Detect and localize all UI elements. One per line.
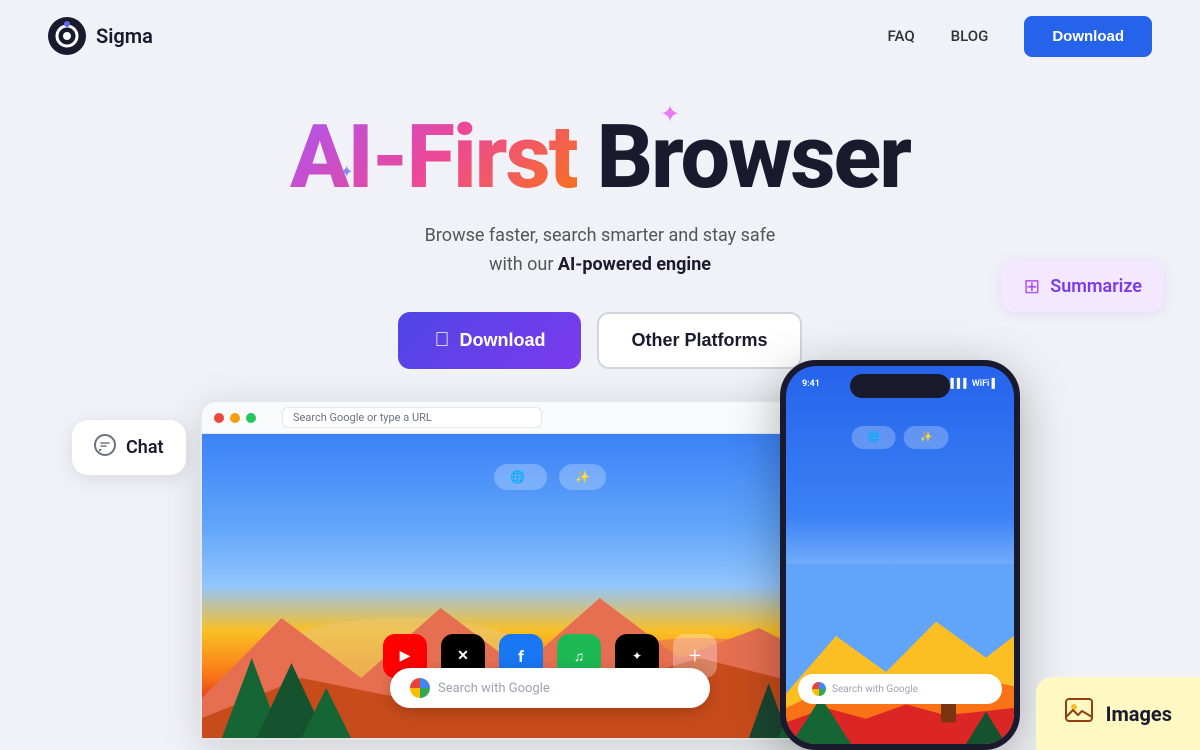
hero-title-gradient: AI-First (290, 106, 577, 209)
images-icon (1064, 695, 1094, 732)
phone-pill-star: ✨ (904, 426, 948, 449)
phone-screen: 9:41 ▌▌▌ WiFi ▌ 🌐 ✨ (786, 366, 1014, 744)
chat-label: Chat (126, 437, 164, 458)
other-platforms-button[interactable]: Other Platforms (597, 312, 801, 369)
minimize-dot (230, 413, 240, 423)
images-label: Images (1106, 702, 1172, 726)
logo[interactable]: Sigma (48, 17, 153, 55)
apple-icon:  (434, 329, 449, 352)
spark-top-icon: ✦ (660, 100, 680, 128)
hero-title: AI-First Browser (290, 112, 910, 204)
spark-left-icon: ✦ (340, 162, 353, 181)
phone-mockup: 9:41 ▌▌▌ WiFi ▌ 🌐 ✨ (780, 360, 1020, 750)
phone-time: 9:41 (802, 379, 820, 389)
hero-subtitle: Browse faster, search smarter and stay s… (425, 222, 776, 280)
subtitle-line2-prefix: with our (489, 254, 558, 275)
phone-mountain-landscape (786, 564, 1014, 744)
chat-icon (94, 434, 116, 461)
summarize-label: Summarize (1050, 276, 1142, 297)
phone-search-text: Search with Google (832, 684, 918, 695)
address-bar-text: Search Google or type a URL (293, 411, 432, 424)
sigma-logo-icon (48, 17, 86, 55)
close-dot (214, 413, 224, 423)
brand-name: Sigma (96, 24, 153, 48)
device-area: Search Google or type a URL 🌐 ✨ (150, 400, 1050, 750)
other-platforms-label: Other Platforms (631, 330, 767, 351)
images-widget[interactable]: Images (1036, 677, 1200, 750)
tablet-address-bar[interactable]: Search Google or type a URL (282, 407, 542, 428)
tablet-search-text: Search with Google (438, 681, 690, 696)
google-logo (410, 678, 430, 698)
summarize-widget[interactable]: ⊞ Summarize (1001, 260, 1164, 312)
subtitle-bold: AI-powered engine (558, 254, 711, 275)
tablet-overlay-pills: 🌐 ✨ (494, 464, 606, 490)
hero-buttons:  Download Other Platforms (398, 312, 801, 369)
phone-google-logo (812, 682, 826, 696)
phone-status-icons: ▌▌▌ WiFi ▌ (950, 378, 998, 389)
download-main-label: Download (459, 330, 545, 351)
nav-download-button[interactable]: Download (1024, 16, 1152, 57)
faq-link[interactable]: FAQ (888, 27, 915, 45)
tablet-search-bar[interactable]: Search with Google (390, 668, 710, 708)
phone-status-bar: 9:41 ▌▌▌ WiFi ▌ (802, 378, 998, 389)
nav-links: FAQ BLOG Download (888, 16, 1152, 57)
browser-pill-globe: 🌐 (494, 464, 547, 490)
blog-link[interactable]: BLOG (951, 27, 989, 45)
phone-search-bar[interactable]: Search with Google (798, 674, 1002, 704)
browser-pill-star: ✨ (559, 464, 606, 490)
chat-widget[interactable]: Chat (72, 420, 186, 475)
hero-section: ✦ ✦ AI-First Browser Browse faster, sear… (0, 72, 1200, 369)
phone-overlay-pills: 🌐 ✨ (852, 426, 949, 449)
subtitle-line1: Browse faster, search smarter and stay s… (425, 225, 776, 246)
phone-pill-globe: 🌐 (852, 426, 896, 449)
hero-title-dark: Browser (597, 106, 910, 209)
navbar: Sigma FAQ BLOG Download (0, 0, 1200, 72)
download-main-button[interactable]:  Download (398, 312, 581, 369)
maximize-dot (246, 413, 256, 423)
summarize-icon: ⊞ (1023, 274, 1040, 298)
